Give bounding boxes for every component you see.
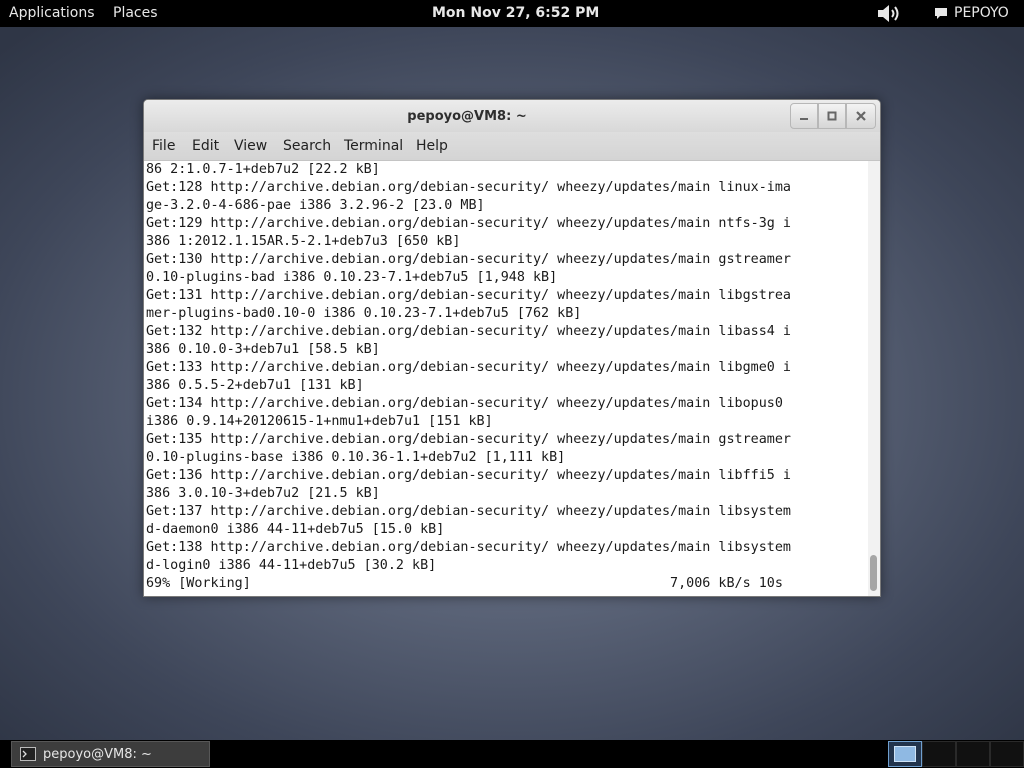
terminal-line: Get:128 http://archive.debian.org/debian…: [146, 180, 791, 195]
terminal-line: d-daemon0 i386 44-11+deb7u5 [15.0 kB]: [146, 522, 445, 537]
terminal-line: Get:136 http://archive.debian.org/debian…: [146, 468, 791, 483]
terminal-line: Get:133 http://archive.debian.org/debian…: [146, 360, 791, 375]
taskbar-item-label: pepoyo@VM8: ~: [43, 746, 152, 762]
top-panel: Applications Places Mon Nov 27, 6:52 PM …: [0, 0, 1024, 27]
terminal-line: Get:132 http://archive.debian.org/debian…: [146, 324, 791, 339]
terminal-line: Get:134 http://archive.debian.org/debian…: [146, 396, 791, 411]
terminal-line: 386 0.5.5-2+deb7u1 [131 kB]: [146, 378, 364, 393]
terminal-line: d-login0 i386 44-11+deb7u5 [30.2 kB]: [146, 558, 437, 573]
terminal-line: 0.10-plugins-base i386 0.10.36-1.1+deb7u…: [146, 450, 566, 465]
user-name: PEPOYO: [954, 5, 1009, 21]
terminal-line: i386 0.9.14+20120615-1+nmu1+deb7u1 [151 …: [146, 414, 493, 429]
terminal-line: Get:129 http://archive.debian.org/debian…: [146, 216, 791, 231]
user-menu[interactable]: PEPOYO: [934, 5, 1009, 21]
terminal-text: 86 2:1.0.7-1+deb7u2 [22.2 kB] Get:128 htt…: [144, 161, 868, 593]
menu-edit[interactable]: Edit: [192, 138, 219, 154]
window-title: pepoyo@VM8: ~: [407, 109, 527, 124]
menu-file[interactable]: File: [152, 138, 175, 154]
terminal-line: Get:137 http://archive.debian.org/debian…: [146, 504, 791, 519]
minimize-icon: [800, 118, 808, 120]
places-menu[interactable]: Places: [113, 5, 158, 21]
maximize-button[interactable]: [818, 103, 846, 129]
terminal-line: 386 3.0.10-3+deb7u2 [21.5 kB]: [146, 486, 380, 501]
terminal-line: 386 1:2012.1.15AR.5-2.1+deb7u3 [650 kB]: [146, 234, 461, 249]
menu-view[interactable]: View: [234, 138, 267, 154]
workspace-4[interactable]: [990, 741, 1024, 767]
terminal-line: ge-3.2.0-4-686-pae i386 3.2.96-2 [23.0 M…: [146, 198, 485, 213]
close-button[interactable]: [846, 103, 876, 129]
volume-icon[interactable]: [876, 3, 902, 24]
menubar: File Edit View Search Terminal Help: [144, 132, 880, 161]
workspace-1[interactable]: [888, 741, 922, 767]
workspace-window-thumb: [894, 746, 916, 762]
terminal-line: Get:130 http://archive.debian.org/debian…: [146, 252, 791, 267]
terminal-line: Get:138 http://archive.debian.org/debian…: [146, 540, 791, 555]
terminal-window: pepoyo@VM8: ~ File Edit View Search Term…: [143, 99, 881, 597]
chat-icon: [935, 8, 947, 19]
scrollbar-thumb[interactable]: [870, 555, 877, 591]
terminal-line: Get:131 http://archive.debian.org/debian…: [146, 288, 791, 303]
close-icon: [856, 111, 866, 121]
bottom-panel: pepoyo@VM8: ~: [0, 740, 1024, 768]
applications-menu[interactable]: Applications: [9, 5, 95, 21]
terminal-line: 386 0.10.0-3+deb7u1 [58.5 kB]: [146, 342, 380, 357]
maximize-icon: [827, 111, 837, 121]
terminal-line: Get:135 http://archive.debian.org/debian…: [146, 432, 791, 447]
workspace-2[interactable]: [922, 741, 956, 767]
terminal-output[interactable]: 86 2:1.0.7-1+deb7u2 [22.2 kB] Get:128 htt…: [144, 161, 868, 596]
menu-terminal[interactable]: Terminal: [344, 138, 403, 154]
terminal-line: 0.10-plugins-bad i386 0.10.23-7.1+deb7u5…: [146, 270, 558, 285]
taskbar-item-terminal[interactable]: pepoyo@VM8: ~: [11, 741, 210, 767]
clock[interactable]: Mon Nov 27, 6:52 PM: [432, 5, 599, 21]
menu-search[interactable]: Search: [283, 138, 331, 154]
minimize-button[interactable]: [790, 103, 818, 129]
terminal-line: mer-plugins-bad0.10-0 i386 0.10.23-7.1+d…: [146, 306, 582, 321]
terminal-line: 86 2:1.0.7-1+deb7u2 [22.2 kB]: [146, 162, 380, 177]
menu-help[interactable]: Help: [416, 138, 448, 154]
terminal-line: 69% [Working] 7,006 kB/s 10s: [146, 576, 783, 591]
scrollbar[interactable]: [868, 161, 880, 596]
titlebar[interactable]: pepoyo@VM8: ~: [144, 100, 880, 132]
terminal-icon: [20, 747, 36, 761]
workspace-3[interactable]: [956, 741, 990, 767]
